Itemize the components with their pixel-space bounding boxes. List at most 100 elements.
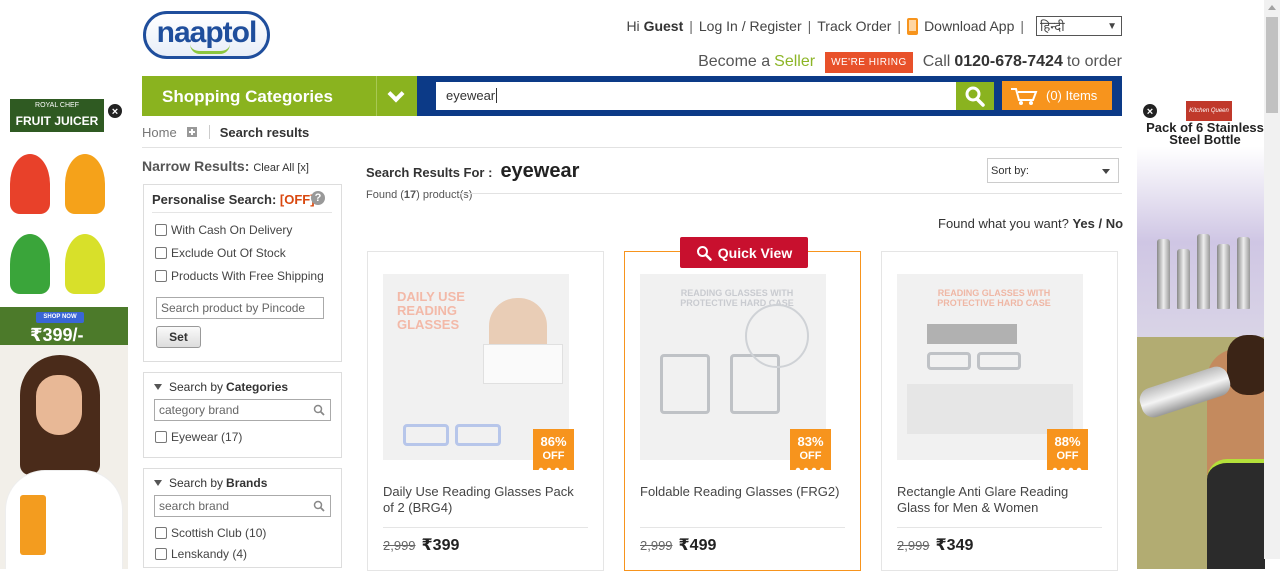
glasses-shape [927,352,971,370]
product-name[interactable]: Rectangle Anti Glare Reading Glass for M… [897,484,1097,516]
language-select[interactable]: हिन्दी ▼ [1036,16,1122,36]
option-label: Eyewear (17) [171,430,243,444]
pincode-input[interactable]: Search product by Pincode [156,297,324,319]
vertical-scrollbar[interactable] [1264,0,1280,559]
brand-filter-panel: Search by Brands search brand Scottish C… [143,468,342,568]
categories-dropdown-button[interactable] [376,76,417,116]
found-count: Found (17) product(s) [366,189,472,201]
checkbox[interactable] [155,548,167,560]
collapse-triangle-icon [154,384,162,390]
naaptol-logo[interactable]: naaptol [143,11,270,59]
free-shipping-option[interactable]: Products With Free Shipping [155,269,324,283]
category-filter-panel: Search by Categories category brand Eyew… [143,372,342,458]
juicer-image [10,234,50,294]
category-search-input[interactable]: category brand [154,399,331,421]
exclude-out-of-stock-option[interactable]: Exclude Out Of Stock [155,246,286,260]
set-button[interactable]: Set [156,326,201,348]
glasses-case [927,324,1017,344]
sort-by-select[interactable]: Sort by: [987,158,1119,183]
checkbox[interactable] [155,527,167,539]
hiring-badge[interactable]: WE'RE HIRING [825,51,913,73]
language-value: हिन्दी [1040,19,1065,34]
personalise-label: Personalise Search: [152,192,277,207]
selling-price: ₹399 [421,537,460,554]
seller-bar: Become a Seller WE'RE HIRING Call 0120-6… [698,51,1122,73]
close-ad-icon[interactable]: × [107,103,123,119]
mrp: 2,999 [640,538,673,553]
quick-view-button[interactable]: Quick View [680,237,808,268]
case-zoom-circle [745,304,809,368]
cod-option[interactable]: With Cash On Delivery [155,223,292,237]
product-image-text: READING GLASSES WITH PROTECTIVE HARD CAS… [680,288,794,308]
checkbox[interactable] [155,431,167,443]
left-ad-banner[interactable]: ROYAL CHEF FRUIT JUICER SHOP NOW ₹399/- [0,99,128,569]
category-filter-title[interactable]: Search by Categories [154,380,288,394]
search-input[interactable]: eyewear [436,82,956,110]
cart-count: (0) Items [1046,88,1098,103]
brand-search-input[interactable]: search brand [154,495,331,517]
glasses-shape [660,354,710,414]
login-link[interactable]: Log In / Register [699,18,802,34]
glasses-shape [455,424,501,446]
feedback-no[interactable]: No [1106,216,1123,231]
newspaper [483,344,563,384]
sort-label: Sort by: [991,165,1029,177]
search-results-heading: Search Results For : eyewear [366,160,579,183]
juicer-image [10,154,50,214]
glasses-shape [403,424,449,446]
download-app-link[interactable]: Download App [924,18,1014,34]
call-text: Call [922,53,951,70]
checkbox[interactable] [155,270,167,282]
product-image-text: DAILY USE READING GLASSES [397,289,465,332]
product-card[interactable]: READING GLASSES WITH PROTECTIVE HARD CAS… [624,251,861,571]
track-order-link[interactable]: Track Order [817,18,891,34]
product-card[interactable]: DAILY USE READING GLASSES 86% OFF Daily … [367,251,604,571]
ad-title: FRUIT JUICER [15,114,99,128]
discount-value: 88% [1054,434,1081,449]
product-image-text: READING GLASSES WITH PROTECTIVE HARD CAS… [937,288,1051,308]
bottle-image [1177,249,1190,309]
divider [142,147,1122,148]
feedback-prompt: Found what you want? Yes / No [938,216,1123,231]
bottle-image [1197,234,1210,309]
right-ad-banner[interactable]: Kitchen Queen Pack of 6 Stainless Steel … [1137,99,1265,569]
checkbox[interactable] [155,247,167,259]
narrow-results-header: Narrow Results: Clear All [x] [142,158,309,174]
ad-brand: Kitchen Queen [1186,101,1232,121]
scrollbar-thumb[interactable] [1266,17,1278,113]
personalise-search-panel: Personalise Search: [OFF] ? With Cash On… [143,184,342,362]
scroll-up-arrow-icon[interactable] [1268,5,1276,10]
ad-brand: ROYAL CHEF [35,102,79,109]
help-icon[interactable]: ? [311,191,325,205]
to-order-text: to order [1066,53,1122,70]
cart-icon [1011,87,1038,105]
product-name[interactable]: Foldable Reading Glasses (FRG2) [640,484,840,500]
checkbox[interactable] [155,224,167,236]
feedback-yes[interactable]: Yes [1072,216,1094,231]
search-icon [965,86,985,107]
selling-price: ₹499 [678,537,717,554]
ad-header: ROYAL CHEF FRUIT JUICER [10,99,104,132]
seller-link[interactable]: Seller [774,53,815,71]
shop-now-button[interactable]: SHOP NOW [36,312,84,323]
brand-filter-title[interactable]: Search by Brands [154,476,267,490]
shopping-categories-button[interactable]: Shopping Categories [142,76,376,116]
breadcrumb-home[interactable]: Home [142,125,177,140]
product-card[interactable]: READING GLASSES WITH PROTECTIVE HARD CAS… [881,251,1118,571]
product-name[interactable]: Daily Use Reading Glasses Pack of 2 (BRG… [383,484,583,516]
clear-all-link[interactable]: Clear All [x] [253,162,309,174]
option-label: With Cash On Delivery [171,223,293,237]
search-button[interactable] [956,82,994,110]
cart-button[interactable]: (0) Items [1002,81,1112,110]
breadcrumb-current: Search results [219,124,310,140]
narrow-title: Narrow Results: [142,158,250,174]
search-icon [313,500,325,512]
brand-option-scottish-club[interactable]: Scottish Club (10) [155,526,266,540]
discount-badge: 86% OFF [533,429,574,473]
filter-title-bold: Categories [226,380,289,394]
close-ad-icon[interactable]: × [1142,103,1158,119]
personalise-toggle[interactable]: [OFF] [280,192,315,207]
search-icon [313,404,325,416]
category-option-eyewear[interactable]: Eyewear (17) [155,430,242,444]
discount-badge: 88% OFF [1047,429,1088,473]
